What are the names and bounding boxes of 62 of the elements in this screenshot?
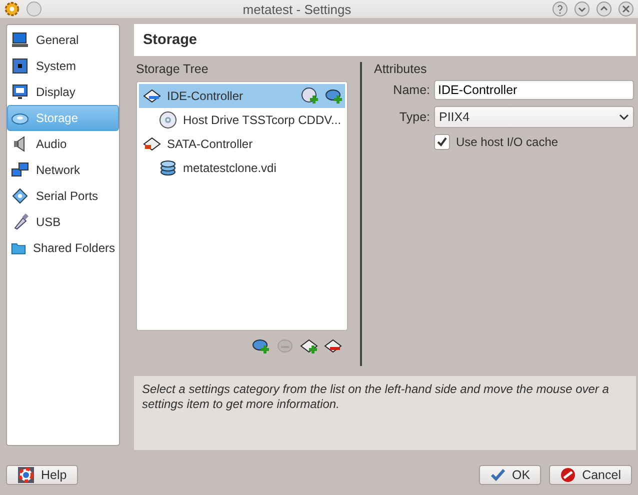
minimize-icon[interactable] <box>574 1 590 17</box>
tree-row[interactable]: Host Drive TSSTcorp CDDV... <box>139 108 345 132</box>
category-label: USB <box>36 215 61 229</box>
add-disk-icon[interactable] <box>325 87 343 105</box>
cancel-icon <box>560 467 576 483</box>
help-icon[interactable] <box>552 1 568 17</box>
controller-icon <box>143 135 161 153</box>
attachment-label: metatestclone.vdi <box>183 161 276 175</box>
name-label: Name: <box>392 83 430 97</box>
category-item[interactable]: General <box>7 27 119 53</box>
monitor-icon <box>11 31 29 49</box>
serial-port-icon <box>11 187 29 205</box>
checkbox-label: Use host I/O cache <box>456 135 558 149</box>
add-cd-icon[interactable] <box>301 87 319 105</box>
window-title: metatest - Settings <box>242 2 352 16</box>
category-item[interactable]: Network <box>7 157 119 183</box>
cancel-button[interactable]: Cancel <box>549 465 632 485</box>
network-icon <box>11 161 29 179</box>
help-button[interactable]: Help <box>6 465 78 485</box>
add-disk-icon[interactable] <box>252 337 270 355</box>
cache-checkbox[interactable] <box>434 134 450 150</box>
checkmark-icon <box>490 468 506 482</box>
category-item[interactable]: Display <box>7 79 119 105</box>
controller-label: SATA-Controller <box>167 137 254 151</box>
category-item[interactable]: Serial Ports <box>7 183 119 209</box>
cd-icon <box>159 111 177 129</box>
chip-icon <box>11 57 29 75</box>
category-label: System <box>36 59 76 73</box>
category-label: General <box>36 33 79 47</box>
group-title: Storage Tree <box>136 62 210 76</box>
display-icon <box>11 83 29 101</box>
category-label: Audio <box>36 137 67 151</box>
hard-disk-icon <box>159 159 177 177</box>
category-label: Shared Folders <box>32 241 115 255</box>
category-item[interactable]: System <box>7 53 119 79</box>
remove-controller-icon[interactable] <box>324 337 342 355</box>
add-controller-icon[interactable] <box>300 337 318 355</box>
controller-icon <box>143 87 161 105</box>
lifebuoy-icon <box>17 467 35 483</box>
ok-button[interactable]: OK <box>479 465 542 485</box>
category-item[interactable]: Shared Folders <box>7 235 119 261</box>
name-field[interactable]: IDE-Controller <box>434 80 634 100</box>
info-text: Select a settings category from the list on the left-hand side and move the mouse over a settings item to get more information. <box>142 382 609 411</box>
attachment-label: Host Drive TSSTcorp CDDV... <box>183 113 342 127</box>
type-dropdown[interactable]: PIIX4 <box>434 106 634 128</box>
tree-row[interactable]: metatestclone.vdi <box>139 156 345 180</box>
controller-label: IDE-Controller <box>167 89 244 103</box>
category-label: Serial Ports <box>36 189 98 203</box>
type-label: Type: <box>398 110 430 124</box>
category-label: Display <box>36 85 76 99</box>
tree-row[interactable]: SATA-Controller <box>139 132 345 156</box>
category-label: Storage <box>36 111 78 125</box>
category-item[interactable]: USB <box>7 209 119 235</box>
maximize-icon[interactable] <box>596 1 612 17</box>
group-title: Attributes <box>374 62 428 76</box>
category-label: Network <box>36 163 80 177</box>
page-title: Storage <box>143 32 197 48</box>
gear-icon <box>4 1 20 17</box>
close-icon[interactable] <box>618 1 634 17</box>
category-item[interactable]: Audio <box>7 131 119 157</box>
tree-row[interactable]: IDE-Controller <box>139 84 345 108</box>
chevron-down-icon <box>619 113 629 121</box>
